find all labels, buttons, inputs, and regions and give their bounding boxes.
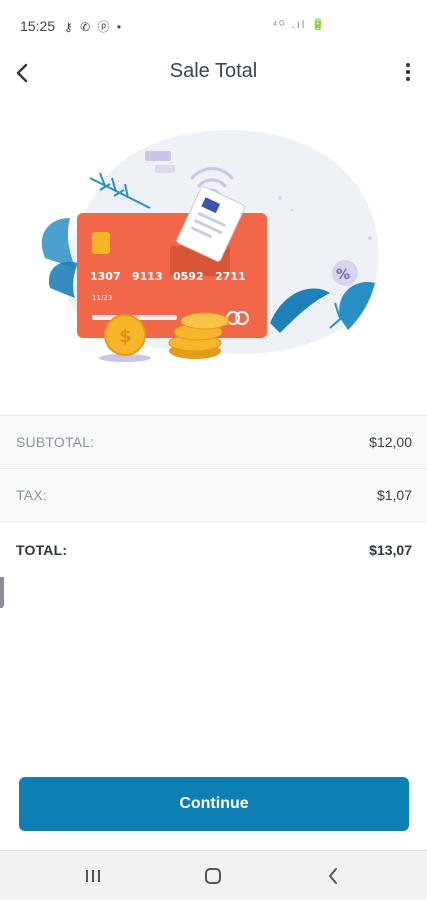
home-icon [205, 868, 221, 884]
page-title: Sale Total [169, 60, 258, 82]
card-number-1: 1307 [90, 270, 121, 283]
back-icon [329, 868, 337, 884]
more-vertical-icon [406, 63, 410, 67]
total-value: $13,07 [369, 541, 412, 558]
system-nav-bar [0, 850, 427, 900]
nav-back-button[interactable] [313, 861, 353, 891]
card-number-4: 2711 [215, 270, 246, 283]
status-bar: 15:25 ⚷ ✆ ⓟ • ⁴ᴳ .ıl 🔋 [0, 0, 427, 52]
recents-icon [86, 870, 100, 882]
total-label: TOTAL: [16, 541, 68, 558]
percent-badge: % [336, 267, 350, 283]
card-expiry: 11/23 [92, 294, 112, 302]
totals-list: SUBTOTAL: $12,00 TAX: $1,07 TOTAL: $13,0… [0, 415, 427, 577]
continue-button[interactable]: Continue [19, 777, 409, 831]
subtotal-label: SUBTOTAL: [16, 434, 95, 450]
card-number-2: 9113 [132, 270, 163, 283]
notification-icons: ⚷ ✆ ⓟ • [64, 20, 124, 34]
payment-illustration: 1307 9113 0592 2711 11/23 $ % [30, 118, 400, 368]
home-button[interactable] [193, 861, 233, 891]
system-status-icons: ⁴ᴳ .ıl 🔋 [272, 19, 327, 31]
tax-label: TAX: [16, 487, 47, 503]
subtotal-row: SUBTOTAL: $12,00 [0, 416, 427, 469]
coin-symbol: $ [119, 326, 132, 347]
total-row: TOTAL: $13,07 [0, 522, 427, 577]
card-number-3: 0592 [173, 270, 204, 283]
status-time: 15:25 [20, 18, 56, 34]
tax-value: $1,07 [376, 487, 412, 503]
subtotal-value: $12,00 [369, 434, 412, 450]
app-bar: Sale Total [0, 52, 427, 94]
recents-button[interactable] [73, 861, 113, 891]
tax-row: TAX: $1,07 [0, 469, 427, 522]
more-menu-button[interactable] [403, 60, 413, 86]
